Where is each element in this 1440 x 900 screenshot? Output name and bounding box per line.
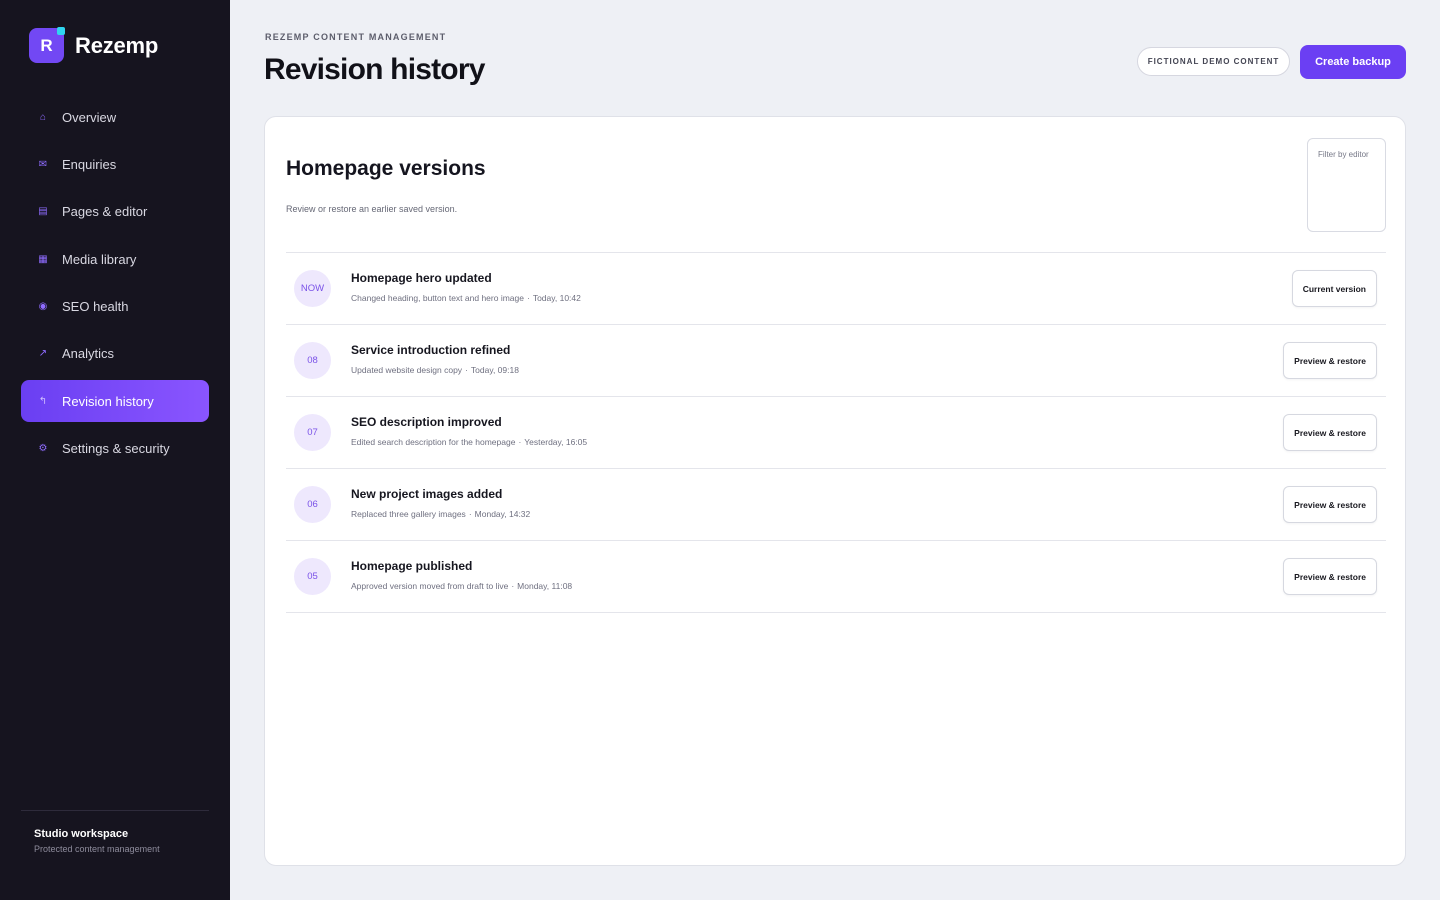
- meta-separator: ·: [465, 365, 468, 375]
- sidebar-item-enquiries[interactable]: ✉ Enquiries: [21, 143, 209, 185]
- sidebar-divider: [21, 810, 209, 811]
- home-icon: ⌂: [39, 111, 47, 123]
- meta-separator: ·: [526, 293, 530, 303]
- version-description: Approved version moved from draft to liv…: [351, 581, 509, 591]
- versions-card: Homepage versions Review or restore an e…: [264, 116, 1406, 866]
- filter-by-editor-input[interactable]: Filter by editor: [1307, 138, 1386, 232]
- brand-initial: R: [40, 35, 53, 55]
- sidebar-nav: ⌂ Overview ✉ Enquiries ▤ Pages & editor ▦ Media…: [21, 96, 209, 475]
- version-title: Service introduction refined: [351, 343, 511, 357]
- version-row: 06 New project images added Replaced three…: [286, 469, 1386, 541]
- version-badge: 07: [294, 414, 331, 451]
- page-icon: ▤: [38, 206, 48, 218]
- sidebar-item-label: Settings & security: [62, 441, 170, 457]
- meta-separator: ·: [518, 437, 522, 447]
- version-time: Today, 09:18: [470, 365, 519, 375]
- brand-accent-dot: [57, 27, 65, 35]
- workspace-subtitle: Protected content management: [34, 844, 160, 854]
- meta-separator: ·: [511, 581, 515, 591]
- sidebar-item-label: Revision history: [62, 393, 154, 409]
- card-title: Homepage versions: [286, 157, 486, 180]
- sidebar-item-label: Enquiries: [62, 156, 117, 172]
- sidebar-item-media-library[interactable]: ▦ Media library: [21, 238, 209, 280]
- version-description: Changed heading, button text and hero im…: [351, 293, 524, 303]
- version-badge: 06: [294, 486, 331, 523]
- version-row: 05 Homepage published Approved version mov…: [286, 541, 1386, 613]
- page-title: Revision history: [264, 53, 485, 86]
- version-time: Today, 10:42: [532, 293, 581, 303]
- version-title: New project images added: [351, 487, 503, 501]
- sidebar-item-overview[interactable]: ⌂ Overview: [21, 96, 209, 138]
- sidebar-item-analytics[interactable]: ↗ Analytics: [21, 333, 209, 375]
- sidebar-item-label: Media library: [62, 251, 137, 267]
- version-badge: 05: [294, 558, 331, 595]
- sidebar-item-label: Analytics: [62, 346, 115, 362]
- meta-separator: ·: [468, 509, 472, 519]
- trend-arrow-icon: ↗: [38, 348, 48, 360]
- history-icon: ↰: [38, 395, 48, 407]
- create-backup-button[interactable]: Create backup: [1300, 45, 1406, 79]
- version-row: NOW Homepage hero updated Changed heading,…: [286, 253, 1386, 325]
- version-meta: Approved version moved from draft to liv…: [351, 581, 572, 591]
- version-description: Updated website design copy: [351, 365, 463, 375]
- sidebar: R Rezemp ⌂ Overview ✉ Enquiries ▤ Pages & edi…: [0, 0, 230, 900]
- version-badge: NOW: [294, 270, 331, 307]
- version-meta: Edited search description for the homepa…: [351, 437, 587, 447]
- workspace-name: Studio workspace: [34, 828, 129, 840]
- current-version-button[interactable]: Current version: [1291, 270, 1377, 307]
- preview-restore-button[interactable]: Preview & restore: [1283, 342, 1377, 379]
- version-time: Yesterday, 16:05: [524, 437, 588, 447]
- sidebar-item-label: Pages & editor: [62, 204, 148, 220]
- brand-name: Rezemp: [75, 32, 159, 58]
- preview-restore-button[interactable]: Preview & restore: [1283, 486, 1377, 523]
- sidebar-item-label: Overview: [62, 109, 117, 125]
- sidebar-item-revision-history[interactable]: ↰ Revision history: [21, 380, 209, 423]
- version-title: Homepage hero updated: [351, 271, 492, 285]
- sidebar-item-seo-health[interactable]: ◉ SEO health: [21, 286, 209, 328]
- version-time: Monday, 11:08: [517, 581, 573, 591]
- version-title: Homepage published: [351, 559, 473, 573]
- mail-icon: ✉: [38, 158, 48, 170]
- gear-icon: ⚙: [38, 443, 48, 455]
- version-meta: Updated website design copy · Today, 09:18: [351, 365, 519, 375]
- version-title: SEO description improved: [351, 415, 502, 429]
- card-subtitle: Review or restore an earlier saved versi…: [286, 204, 458, 214]
- version-row: 07 SEO description improved Edited search …: [286, 397, 1386, 469]
- image-icon: ▦: [38, 253, 48, 265]
- filter-placeholder: Filter by editor: [1318, 150, 1369, 159]
- brand-logo[interactable]: R Rezemp: [29, 27, 159, 63]
- version-meta: Changed heading, button text and hero im…: [351, 293, 581, 303]
- sidebar-item-settings-security[interactable]: ⚙ Settings & security: [21, 428, 209, 470]
- version-description: Edited search description for the homepa…: [351, 437, 516, 447]
- page-eyebrow: REZEMP CONTENT MANAGEMENT: [265, 32, 447, 42]
- version-meta: Replaced three gallery images · Monday, 14…: [351, 509, 530, 519]
- version-list: NOW Homepage hero updated Changed heading,…: [286, 252, 1386, 613]
- version-description: Replaced three gallery images: [351, 509, 466, 519]
- workspace-info: Studio workspace Protected content manag…: [34, 828, 160, 854]
- version-time: Monday, 14:32: [474, 509, 531, 519]
- preview-restore-button[interactable]: Preview & restore: [1283, 558, 1377, 595]
- target-icon: ◉: [38, 301, 48, 313]
- demo-content-badge: FICTIONAL DEMO CONTENT: [1137, 47, 1290, 76]
- version-badge: 08: [294, 342, 331, 379]
- sidebar-item-pages-editor[interactable]: ▤ Pages & editor: [21, 191, 209, 233]
- brand-mark-icon: R: [29, 27, 65, 63]
- sidebar-item-label: SEO health: [62, 299, 129, 315]
- preview-restore-button[interactable]: Preview & restore: [1283, 414, 1377, 451]
- version-row: 08 Service introduction refined Updated we…: [286, 325, 1386, 397]
